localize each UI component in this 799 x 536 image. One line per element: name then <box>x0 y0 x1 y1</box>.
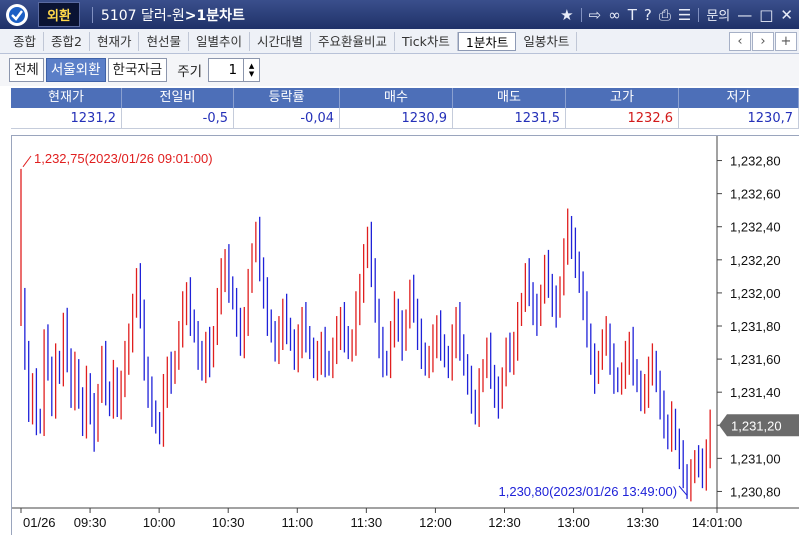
filter-row: 전체 서울외환 한국자금 주기 1 ▲ ▼ <box>0 54 799 86</box>
market-badge: 외환 <box>38 2 80 27</box>
maximize-icon[interactable]: □ <box>759 6 773 24</box>
value-current-price: 1231,2 <box>11 108 122 129</box>
header-current-price: 현재가 <box>11 88 122 108</box>
period-label: 주기 <box>177 64 203 80</box>
tab-daily-trend[interactable]: 일별추이 <box>189 31 251 51</box>
min-annotation: 1,230,80(2023/01/26 13:49:00) <box>499 484 678 499</box>
tab-overview[interactable]: 종합 <box>6 31 45 51</box>
text-size-icon[interactable]: T <box>628 6 637 24</box>
value-change: -0,5 <box>122 108 234 129</box>
y-tick-label: 1,230,80 <box>730 484 781 499</box>
y-tick-label: 1,232,80 <box>730 154 781 169</box>
close-icon[interactable]: ✕ <box>780 6 793 24</box>
value-bid: 1230,9 <box>340 108 453 129</box>
quote-header-row: 현재가 전일비 등락률 매수 매도 고가 저가 <box>11 88 799 108</box>
x-tick-label: 10:30 <box>212 515 245 530</box>
tab-add-icon[interactable]: + <box>775 32 797 51</box>
x-tick-label: 11:30 <box>351 515 383 530</box>
window-titlebar: 외환 5107 달러-원>1분차트 ★ ⇨ ∞ T ? ⎙ ☰ 문의 — □ ✕ <box>0 0 799 29</box>
x-tick-label: 13:00 <box>557 515 590 530</box>
tab-strip: 종합 종합2 현재가 현선물 일별추이 시간대별 주요환율비교 Tick차트 1… <box>0 29 799 54</box>
value-ask: 1231,5 <box>453 108 566 129</box>
x-tick-label: 09:30 <box>74 515 107 530</box>
tab-tick-chart[interactable]: Tick차트 <box>395 31 458 51</box>
instrument-code: 5107 <box>100 7 137 24</box>
header-change: 전일비 <box>122 88 234 108</box>
value-high: 1232,6 <box>566 108 679 129</box>
filter-korea-money-button[interactable]: 한국자금 <box>107 58 168 82</box>
tab-spot-futures[interactable]: 현선물 <box>139 31 189 51</box>
app-logo-icon <box>6 3 28 26</box>
quote-value-row: 1231,2 -0,5 -0,04 1230,9 1231,5 1232,6 1… <box>11 108 799 129</box>
y-tick-label: 1,232,20 <box>730 253 781 268</box>
inquiry-button[interactable]: 문의 <box>706 5 730 24</box>
export-icon[interactable]: ⇨ <box>589 6 602 24</box>
header-low: 저가 <box>679 88 799 108</box>
filter-seoul-fx-button[interactable]: 서울외환 <box>45 58 106 82</box>
tab-overview2[interactable]: 종합2 <box>44 31 90 51</box>
titlebar-toolbar: ★ ⇨ ∞ T ? ⎙ ☰ 문의 — □ ✕ <box>560 0 793 29</box>
tab-next-icon[interactable]: › <box>752 32 774 51</box>
list-menu-icon[interactable]: ☰ <box>678 6 691 24</box>
x-tick-label: 12:00 <box>419 515 452 530</box>
tab-1min-chart[interactable]: 1분차트 <box>457 31 517 51</box>
price-chart[interactable]: 1,232,80 1,232,60 1,232,40 1,232,20 1,232,00… <box>11 135 799 535</box>
current-price-label: 1,231,20 <box>731 418 782 433</box>
window-title: 5107 달러-원>1분차트 <box>101 5 245 25</box>
value-low: 1230,7 <box>679 108 799 129</box>
favorite-star-icon[interactable]: ★ <box>560 6 573 24</box>
instrument-name: 달러-원 <box>141 7 185 24</box>
x-tick-label: 12:30 <box>488 515 521 530</box>
y-tick-label: 1,231,00 <box>730 451 781 466</box>
header-high: 고가 <box>566 88 679 108</box>
tab-prev-icon[interactable]: ‹ <box>729 32 751 51</box>
header-change-rate: 등락률 <box>234 88 340 108</box>
candlestick-chart[interactable]: 1,232,80 1,232,60 1,232,40 1,232,20 1,232,00… <box>12 136 799 536</box>
x-tick-label: 14:01:00 <box>692 515 743 530</box>
x-tick-label: 10:00 <box>143 515 176 530</box>
header-ask: 매도 <box>453 88 566 108</box>
header-bid: 매수 <box>340 88 453 108</box>
x-tick-label: 01/26 <box>23 515 56 530</box>
filter-all-button[interactable]: 전체 <box>9 58 44 82</box>
stepper-arrows-icon[interactable]: ▲ ▼ <box>243 59 259 81</box>
period-stepper[interactable]: 1 ▲ ▼ <box>208 58 261 82</box>
link-icon[interactable]: ∞ <box>608 6 621 24</box>
print-icon[interactable]: ⎙ <box>659 6 671 24</box>
y-tick-label: 1,231,40 <box>730 385 781 400</box>
tab-fx-compare[interactable]: 주요환율비교 <box>311 31 396 51</box>
x-tick-label: 13:30 <box>626 515 659 530</box>
value-change-rate: -0,04 <box>234 108 340 129</box>
max-pointer <box>22 155 32 168</box>
help-icon[interactable]: ? <box>644 6 652 24</box>
tab-current-price[interactable]: 현재가 <box>90 31 140 51</box>
tab-daily-chart[interactable]: 일봉차트 <box>516 31 578 51</box>
y-tick-label: 1,232,00 <box>730 286 781 301</box>
y-tick-label: 1,232,40 <box>730 220 781 235</box>
minimize-icon[interactable]: — <box>737 6 752 24</box>
quote-table: 현재가 전일비 등락률 매수 매도 고가 저가 1231,2 -0,5 -0,0… <box>11 88 799 129</box>
y-tick-label: 1,231,80 <box>730 319 781 334</box>
y-tick-label: 1,231,60 <box>730 352 781 367</box>
tab-by-time[interactable]: 시간대별 <box>250 31 312 51</box>
x-tick-label: 11:00 <box>281 515 313 530</box>
screen-name: >1분차트 <box>184 7 245 24</box>
period-value[interactable]: 1 <box>209 62 243 78</box>
y-tick-label: 1,232,60 <box>730 187 781 202</box>
max-annotation: 1,232,75(2023/01/26 09:01:00) <box>34 151 213 166</box>
tab-navigation: ‹ › + <box>729 32 797 51</box>
